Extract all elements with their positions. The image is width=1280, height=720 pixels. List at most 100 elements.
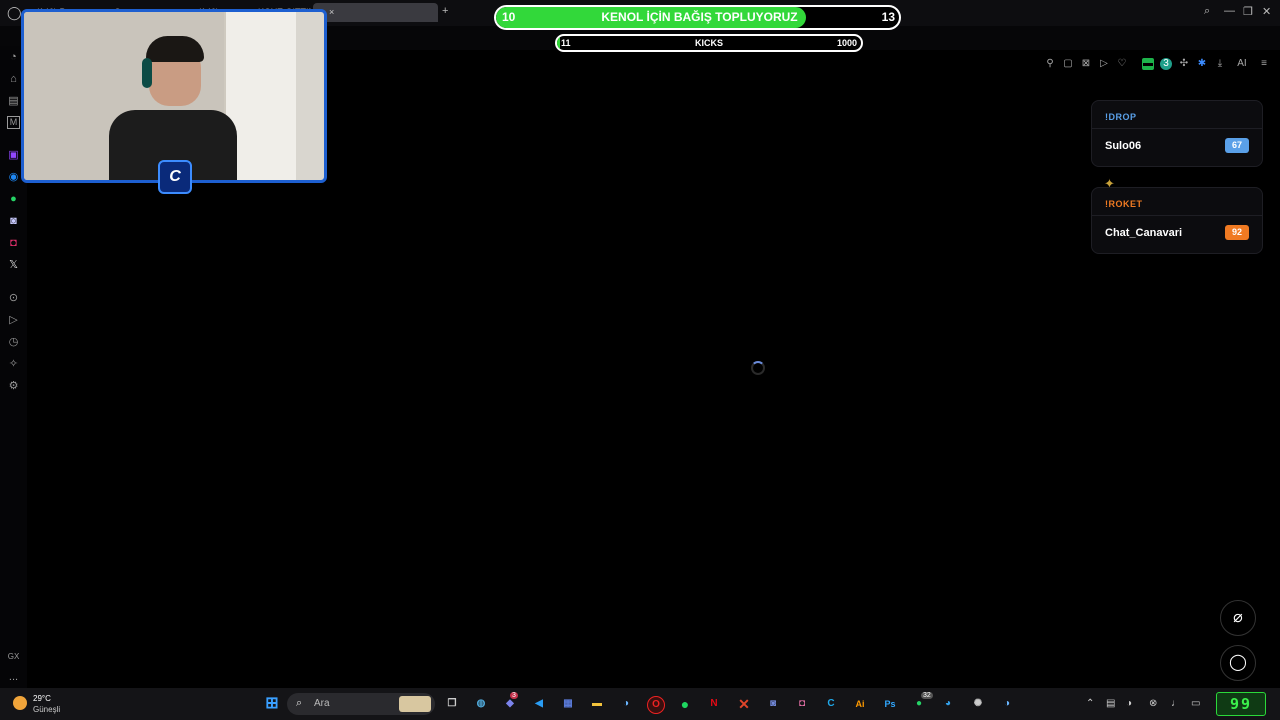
instagram-taskbar-icon[interactable]: ◘ <box>794 696 810 712</box>
roket-divider <box>1092 215 1262 216</box>
task-view-icon[interactable]: ❐ <box>444 696 460 712</box>
steam-icon-1[interactable]: ◑ <box>618 696 634 712</box>
speed-dial-icon[interactable]: ◔ <box>6 50 21 65</box>
temperature[interactable]: 29°C <box>33 694 51 703</box>
messenger-icon[interactable]: ◉ <box>6 170 21 185</box>
drop-user: Sulo06 <box>1105 140 1142 152</box>
mail-icon[interactable]: M <box>7 116 20 129</box>
kicks-goal-title: KICKS <box>694 38 723 48</box>
tray-antivirus-icon[interactable]: ⊗ <box>1149 698 1157 709</box>
history-icon[interactable]: ◷ <box>6 335 21 350</box>
translate-icon[interactable]: ✱ <box>1196 58 1208 70</box>
vscode-icon[interactable]: ◀ <box>531 696 547 712</box>
twitch-icon[interactable]: ▣ <box>6 148 21 163</box>
chat-button[interactable]: ◯ <box>1220 645 1256 681</box>
menu-icon[interactable]: ≡ <box>1258 58 1270 70</box>
search-highlight-image <box>399 696 431 712</box>
drop-value-badge: 67 <box>1225 138 1249 153</box>
streamer-logo-text: C <box>169 168 181 185</box>
x-app-icon[interactable]: ✕ <box>736 696 752 712</box>
edge-icon[interactable]: ◕ <box>940 696 956 712</box>
clock-text: 99 <box>1229 695 1253 713</box>
tab-close-icon[interactable]: × <box>329 3 334 22</box>
extensions-icon[interactable]: ✧ <box>6 357 21 372</box>
remote-desktop-icon[interactable]: ▦ <box>560 696 576 712</box>
c-app-icon[interactable]: C <box>823 696 839 712</box>
discord-taskbar-icon[interactable]: ◙ <box>765 696 781 712</box>
tray-app-icon[interactable]: ▤ <box>1106 698 1115 709</box>
donation-goal-title: KENOL İÇİN BAĞIŞ TOPLUYORUZ <box>601 10 798 24</box>
more-icon[interactable]: ... <box>6 670 21 685</box>
chatgpt-icon[interactable]: ✺ <box>970 696 986 712</box>
drop-widget: !DROP Sulo06 67 <box>1091 100 1263 167</box>
windows-start-icon[interactable]: ⊞ <box>264 696 280 712</box>
roket-widget: !ROKET Chat_Canavari 92 <box>1091 187 1263 254</box>
netflix-icon[interactable]: N <box>706 696 722 712</box>
weather-text[interactable]: Güneşli <box>33 705 60 714</box>
tray-steam-icon[interactable]: ◑ <box>1126 698 1132 709</box>
tray-chevron-icon[interactable]: ⌃ <box>1086 698 1094 709</box>
microphone-icon[interactable]: ♩ <box>1171 698 1181 709</box>
search-placeholder: Ara <box>314 698 330 709</box>
roket-command: !ROKET <box>1105 199 1143 209</box>
download-icon[interactable]: ⤓ <box>1214 58 1226 70</box>
whatsapp-badge: 32 <box>921 692 933 699</box>
taskbar-search[interactable]: ⌕ Ara <box>287 693 435 715</box>
streamer-logo: C <box>158 160 192 194</box>
spotify-icon[interactable]: ● <box>677 696 693 712</box>
snapshot-icon[interactable]: ▢ <box>1062 58 1074 70</box>
webcam-person-hair <box>146 36 204 62</box>
gx-label[interactable]: GX <box>6 649 21 664</box>
heart-icon[interactable]: ♡ <box>1116 58 1128 70</box>
tab-active[interactable]: × <box>313 3 438 22</box>
taskbar-clock[interactable]: 99 <box>1216 692 1266 716</box>
settings-icon[interactable]: ⚙ <box>6 379 21 394</box>
opera-gx-logo-icon[interactable]: ◯ <box>7 5 22 21</box>
teams-badge: 3 <box>510 692 518 699</box>
extension-3-icon[interactable]: 3 <box>1160 58 1172 70</box>
donation-goal-bar: 10 KENOL İÇİN BAĞIŞ TOPLUYORUZ 13 <box>494 5 901 30</box>
sun-icon <box>13 696 27 710</box>
bag-icon[interactable]: ⌂ <box>6 72 21 87</box>
donation-goal-target: 13 <box>881 10 895 24</box>
whatsapp-icon[interactable]: ● <box>6 192 21 207</box>
ai-label: AI <box>1237 58 1247 69</box>
pin-icon[interactable]: ⚲ <box>1044 58 1056 70</box>
roket-user: Chat_Canavari <box>1105 227 1183 239</box>
webcam-headset <box>142 58 152 88</box>
discord-icon[interactable]: ◙ <box>6 214 21 229</box>
roket-value-badge: 92 <box>1225 225 1249 240</box>
new-tab-icon[interactable]: + <box>442 5 448 17</box>
webcam-overlay <box>21 9 327 183</box>
play-icon[interactable]: ▷ <box>1098 58 1110 70</box>
opera-gx-taskbar-icon[interactable]: O <box>647 696 665 714</box>
maximize-icon[interactable]: ❐ <box>1243 5 1253 18</box>
drop-divider <box>1092 128 1262 129</box>
minimize-icon[interactable]: — <box>1224 5 1235 17</box>
kicks-goal-bar: 11 KICKS 1000 <box>555 34 863 52</box>
chat-bubble-icon: ◯ <box>1229 654 1247 671</box>
file-explorer-icon[interactable]: ▬ <box>589 696 605 712</box>
network-app-icon[interactable]: ◍ <box>473 696 489 712</box>
search-icon: ⌕ <box>296 697 303 709</box>
x-twitter-icon[interactable]: 𝕏 <box>6 258 21 273</box>
shield-icon[interactable]: ⊠ <box>1080 58 1092 70</box>
photoshop-icon[interactable]: Ps <box>882 696 898 712</box>
search-tabs-icon[interactable]: ⌕ <box>1204 5 1210 18</box>
flow-icon[interactable]: ▷ <box>6 313 21 328</box>
aria-icon: ⌀ <box>1233 609 1243 626</box>
aria-ai-button[interactable]: ⌀ <box>1220 600 1256 636</box>
kicks-goal-target: 1000 <box>836 38 857 48</box>
display-icon[interactable]: ▭ <box>1191 698 1200 709</box>
ai-button[interactable]: AI <box>1232 58 1252 70</box>
player-icon[interactable]: ⊙ <box>6 291 21 306</box>
instagram-icon[interactable]: ◘ <box>6 236 21 251</box>
news-icon[interactable]: ▤ <box>6 94 21 109</box>
steam-icon-2[interactable]: ◑ <box>999 696 1015 712</box>
drop-command: !DROP <box>1105 112 1137 122</box>
close-window-icon[interactable]: ✕ <box>1262 5 1271 18</box>
illustrator-icon[interactable]: Ai <box>852 696 868 712</box>
loading-spinner <box>751 361 765 375</box>
puzzle-icon[interactable]: ✣ <box>1178 58 1190 70</box>
battery-icon[interactable]: ▬ <box>1142 58 1154 70</box>
